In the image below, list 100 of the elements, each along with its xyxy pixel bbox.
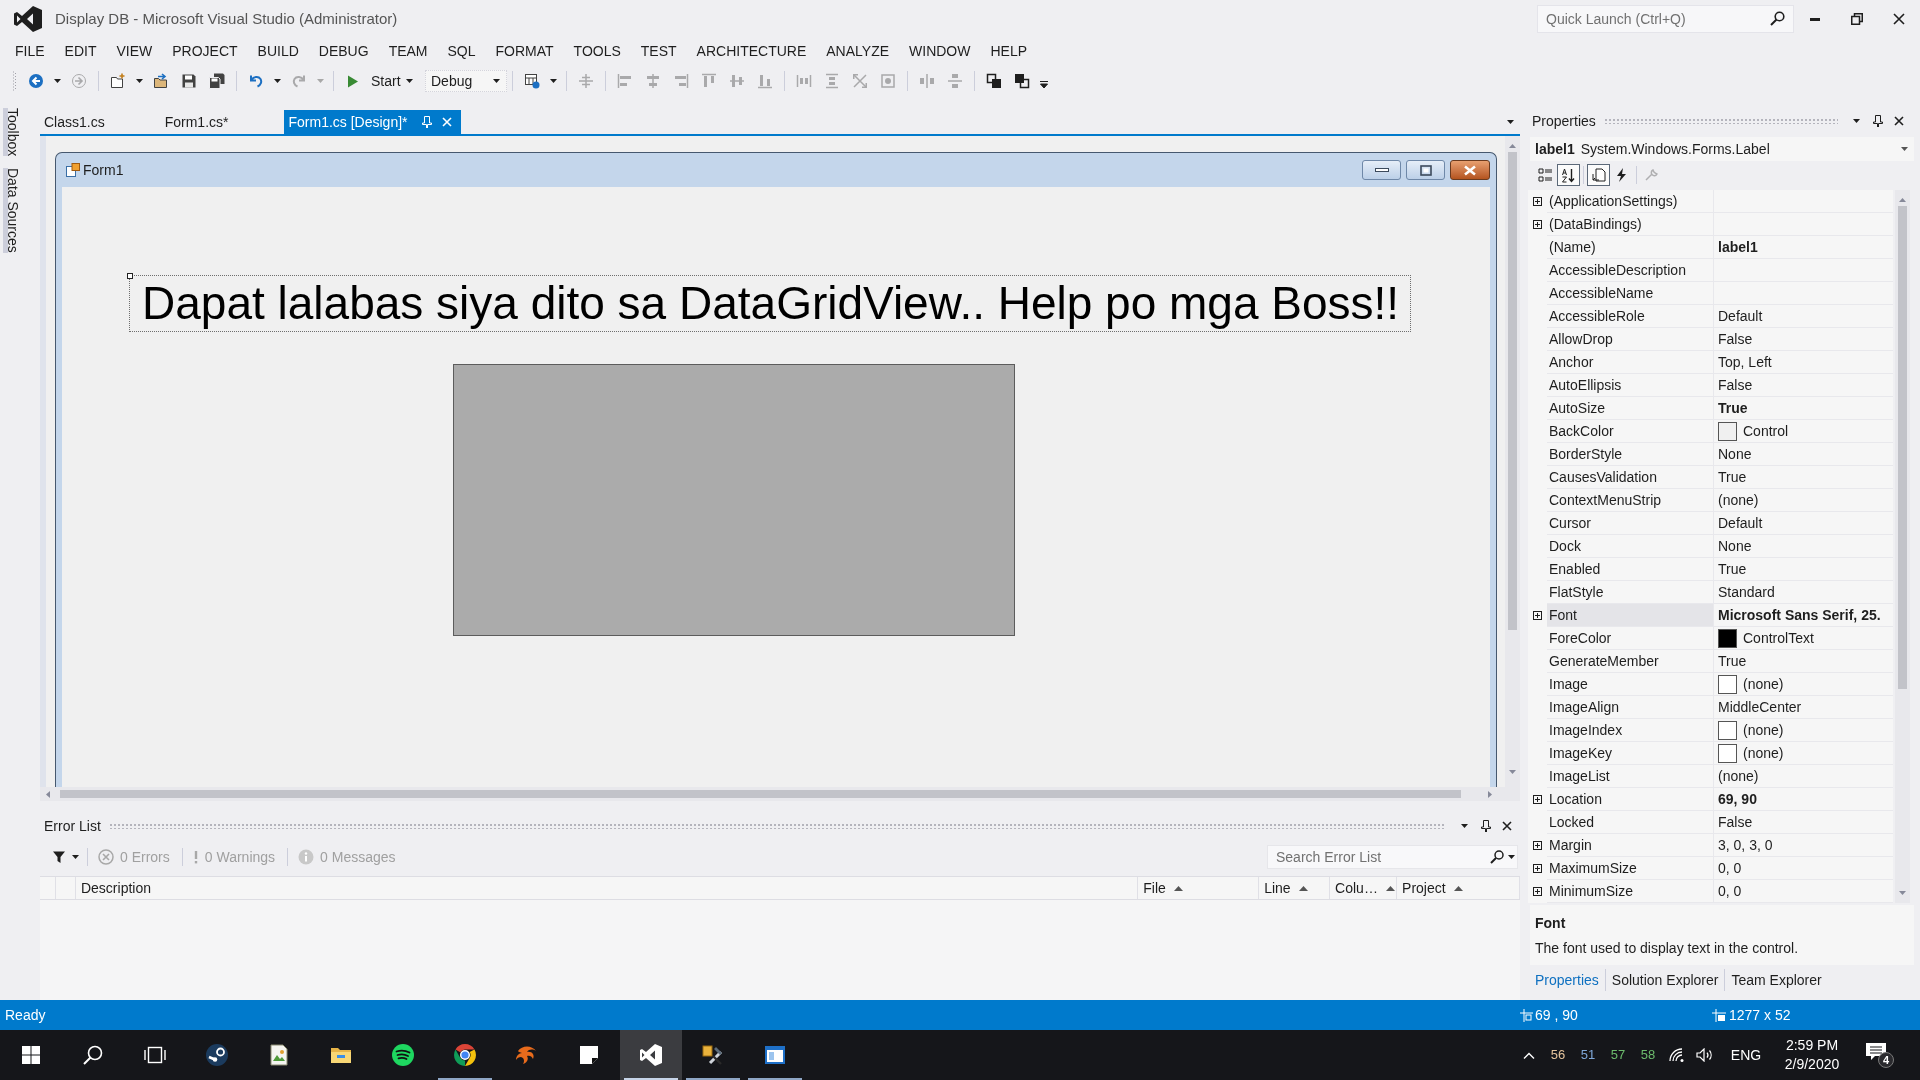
folder-plus-icon[interactable] (110, 73, 126, 89)
property-value[interactable]: None (1718, 535, 1752, 557)
caret-icon[interactable] (1508, 855, 1515, 859)
form-maximize-button[interactable] (1406, 160, 1445, 180)
property-value[interactable]: False (1718, 374, 1753, 396)
property-name[interactable]: Font (1547, 604, 1714, 627)
menu-item[interactable]: DEBUG (308, 39, 379, 63)
document-tab[interactable]: Class1.cs (40, 110, 161, 134)
scroll-down-icon[interactable] (1509, 770, 1516, 774)
menu-item[interactable]: ANALYZE (816, 39, 900, 63)
column-header[interactable]: Project (1397, 877, 1520, 899)
caret-icon[interactable] (72, 855, 79, 859)
caret-icon[interactable] (54, 79, 61, 83)
close-icon[interactable] (1893, 116, 1904, 126)
property-name[interactable]: Enabled (1547, 558, 1714, 581)
toolbar-options-icon[interactable] (1039, 80, 1048, 88)
undo-icon[interactable] (248, 73, 264, 89)
menu-item[interactable]: EDIT (54, 39, 107, 63)
bring-front-icon[interactable] (986, 73, 1002, 89)
menu-item[interactable]: TOOLS (563, 39, 631, 63)
expand-plus-icon[interactable] (1533, 841, 1542, 850)
quick-launch-field[interactable]: Quick Launch (Ctrl+Q) (1537, 5, 1794, 33)
clock-time[interactable]: 2:59 PM (1785, 1036, 1839, 1055)
property-name[interactable]: ForeColor (1547, 627, 1714, 650)
taskbar-app-button[interactable] (620, 1030, 682, 1080)
side-tab[interactable]: Toolbox (3, 108, 27, 157)
property-name[interactable]: ContextMenuStrip (1547, 489, 1714, 512)
property-name[interactable]: BackColor (1547, 420, 1714, 443)
send-back-icon[interactable] (1014, 73, 1030, 89)
property-name[interactable]: (DataBindings) (1547, 213, 1714, 236)
property-value[interactable]: True (1718, 650, 1747, 672)
property-value[interactable]: (none) (1718, 489, 1759, 511)
close-icon[interactable] (1501, 821, 1512, 831)
property-value[interactable]: label1 (1718, 236, 1758, 258)
menu-item[interactable]: WINDOW (899, 39, 981, 63)
tray-reading[interactable]: 57 (1610, 1045, 1626, 1065)
clock-date[interactable]: 2/9/2020 (1784, 1055, 1840, 1074)
scroll-up-icon[interactable] (1899, 198, 1906, 202)
expand-plus-icon[interactable] (1533, 220, 1542, 229)
property-value[interactable]: False (1718, 328, 1753, 350)
property-value[interactable]: MiddleCenter (1718, 696, 1802, 718)
speaker-icon[interactable] (1696, 1048, 1714, 1062)
horizontal-scrollbar[interactable] (40, 787, 1520, 801)
pin-icon[interactable] (1872, 115, 1883, 127)
property-name[interactable]: Cursor (1547, 512, 1714, 535)
menu-item[interactable]: TEST (630, 39, 687, 63)
property-value[interactable]: True (1718, 397, 1748, 419)
grid-icon[interactable] (524, 73, 540, 89)
property-name[interactable]: MinimumSize (1547, 880, 1714, 903)
expand-plus-icon[interactable] (1533, 197, 1542, 206)
caret-icon[interactable] (1461, 824, 1468, 828)
pin-icon[interactable] (1480, 820, 1491, 832)
save-icon[interactable] (181, 73, 197, 89)
property-name[interactable]: FlatStyle (1547, 581, 1714, 604)
tray-reading[interactable]: 58 (1640, 1045, 1656, 1065)
property-name[interactable]: BorderStyle (1547, 443, 1714, 466)
property-name[interactable]: ImageKey (1547, 742, 1714, 765)
property-view-button[interactable] (1587, 164, 1610, 186)
caret-icon[interactable] (405, 79, 413, 83)
property-name[interactable]: Anchor (1547, 351, 1714, 374)
caret-icon[interactable] (136, 79, 143, 83)
property-value[interactable]: 3, 0, 3, 0 (1718, 834, 1773, 856)
menu-item[interactable]: VIEW (106, 39, 163, 63)
tray-reading[interactable]: 56 (1550, 1045, 1566, 1065)
property-value[interactable]: ControlText (1743, 627, 1814, 649)
menu-item[interactable]: PROJECT (162, 39, 248, 63)
property-value[interactable]: True (1718, 466, 1747, 488)
panel-tab[interactable]: Properties (1529, 969, 1605, 991)
property-view-button[interactable] (1557, 164, 1580, 186)
menu-item[interactable]: BUILD (247, 39, 309, 63)
caret-icon[interactable] (1507, 120, 1514, 124)
menu-item[interactable]: TEAM (378, 39, 438, 63)
property-name[interactable]: GenerateMember (1547, 650, 1714, 673)
chevron-up-icon[interactable] (1523, 1051, 1535, 1059)
property-value[interactable]: 0, 0 (1718, 857, 1742, 879)
column-header[interactable]: Line (1259, 877, 1331, 899)
object-selector[interactable]: label1 System.Windows.Forms.Label (1530, 137, 1914, 161)
scroll-up-icon[interactable] (1509, 144, 1516, 148)
property-name[interactable]: (Name) (1547, 236, 1714, 259)
menu-item[interactable]: FILE (5, 39, 55, 63)
property-value[interactable]: False (1718, 811, 1753, 833)
form-label[interactable]: Dapat lalabas siya dito sa DataGridView.. Help po mga Boss!! (129, 275, 1411, 332)
panel-tab[interactable]: Team Explorer (1724, 969, 1828, 991)
vertical-scrollbar[interactable] (1505, 136, 1520, 787)
search-icon[interactable] (1490, 850, 1504, 864)
wifi-icon[interactable] (1669, 1048, 1685, 1062)
property-value[interactable]: (none) (1743, 673, 1784, 695)
property-name[interactable]: AllowDrop (1547, 328, 1714, 351)
column-header[interactable]: File (1138, 877, 1260, 899)
start-button[interactable]: Start (339, 70, 421, 92)
search-icon[interactable] (1770, 11, 1785, 26)
scrollbar-thumb[interactable] (1898, 206, 1907, 689)
caret-icon[interactable] (550, 79, 557, 83)
property-name[interactable]: Locked (1547, 811, 1714, 834)
property-value[interactable]: True (1718, 558, 1747, 580)
back-arrow-icon[interactable] (28, 73, 44, 89)
property-name[interactable]: ImageIndex (1547, 719, 1714, 742)
property-value[interactable]: (none) (1743, 719, 1784, 741)
property-name[interactable]: AccessibleRole (1547, 305, 1714, 328)
tray-reading[interactable]: 51 (1580, 1045, 1596, 1065)
